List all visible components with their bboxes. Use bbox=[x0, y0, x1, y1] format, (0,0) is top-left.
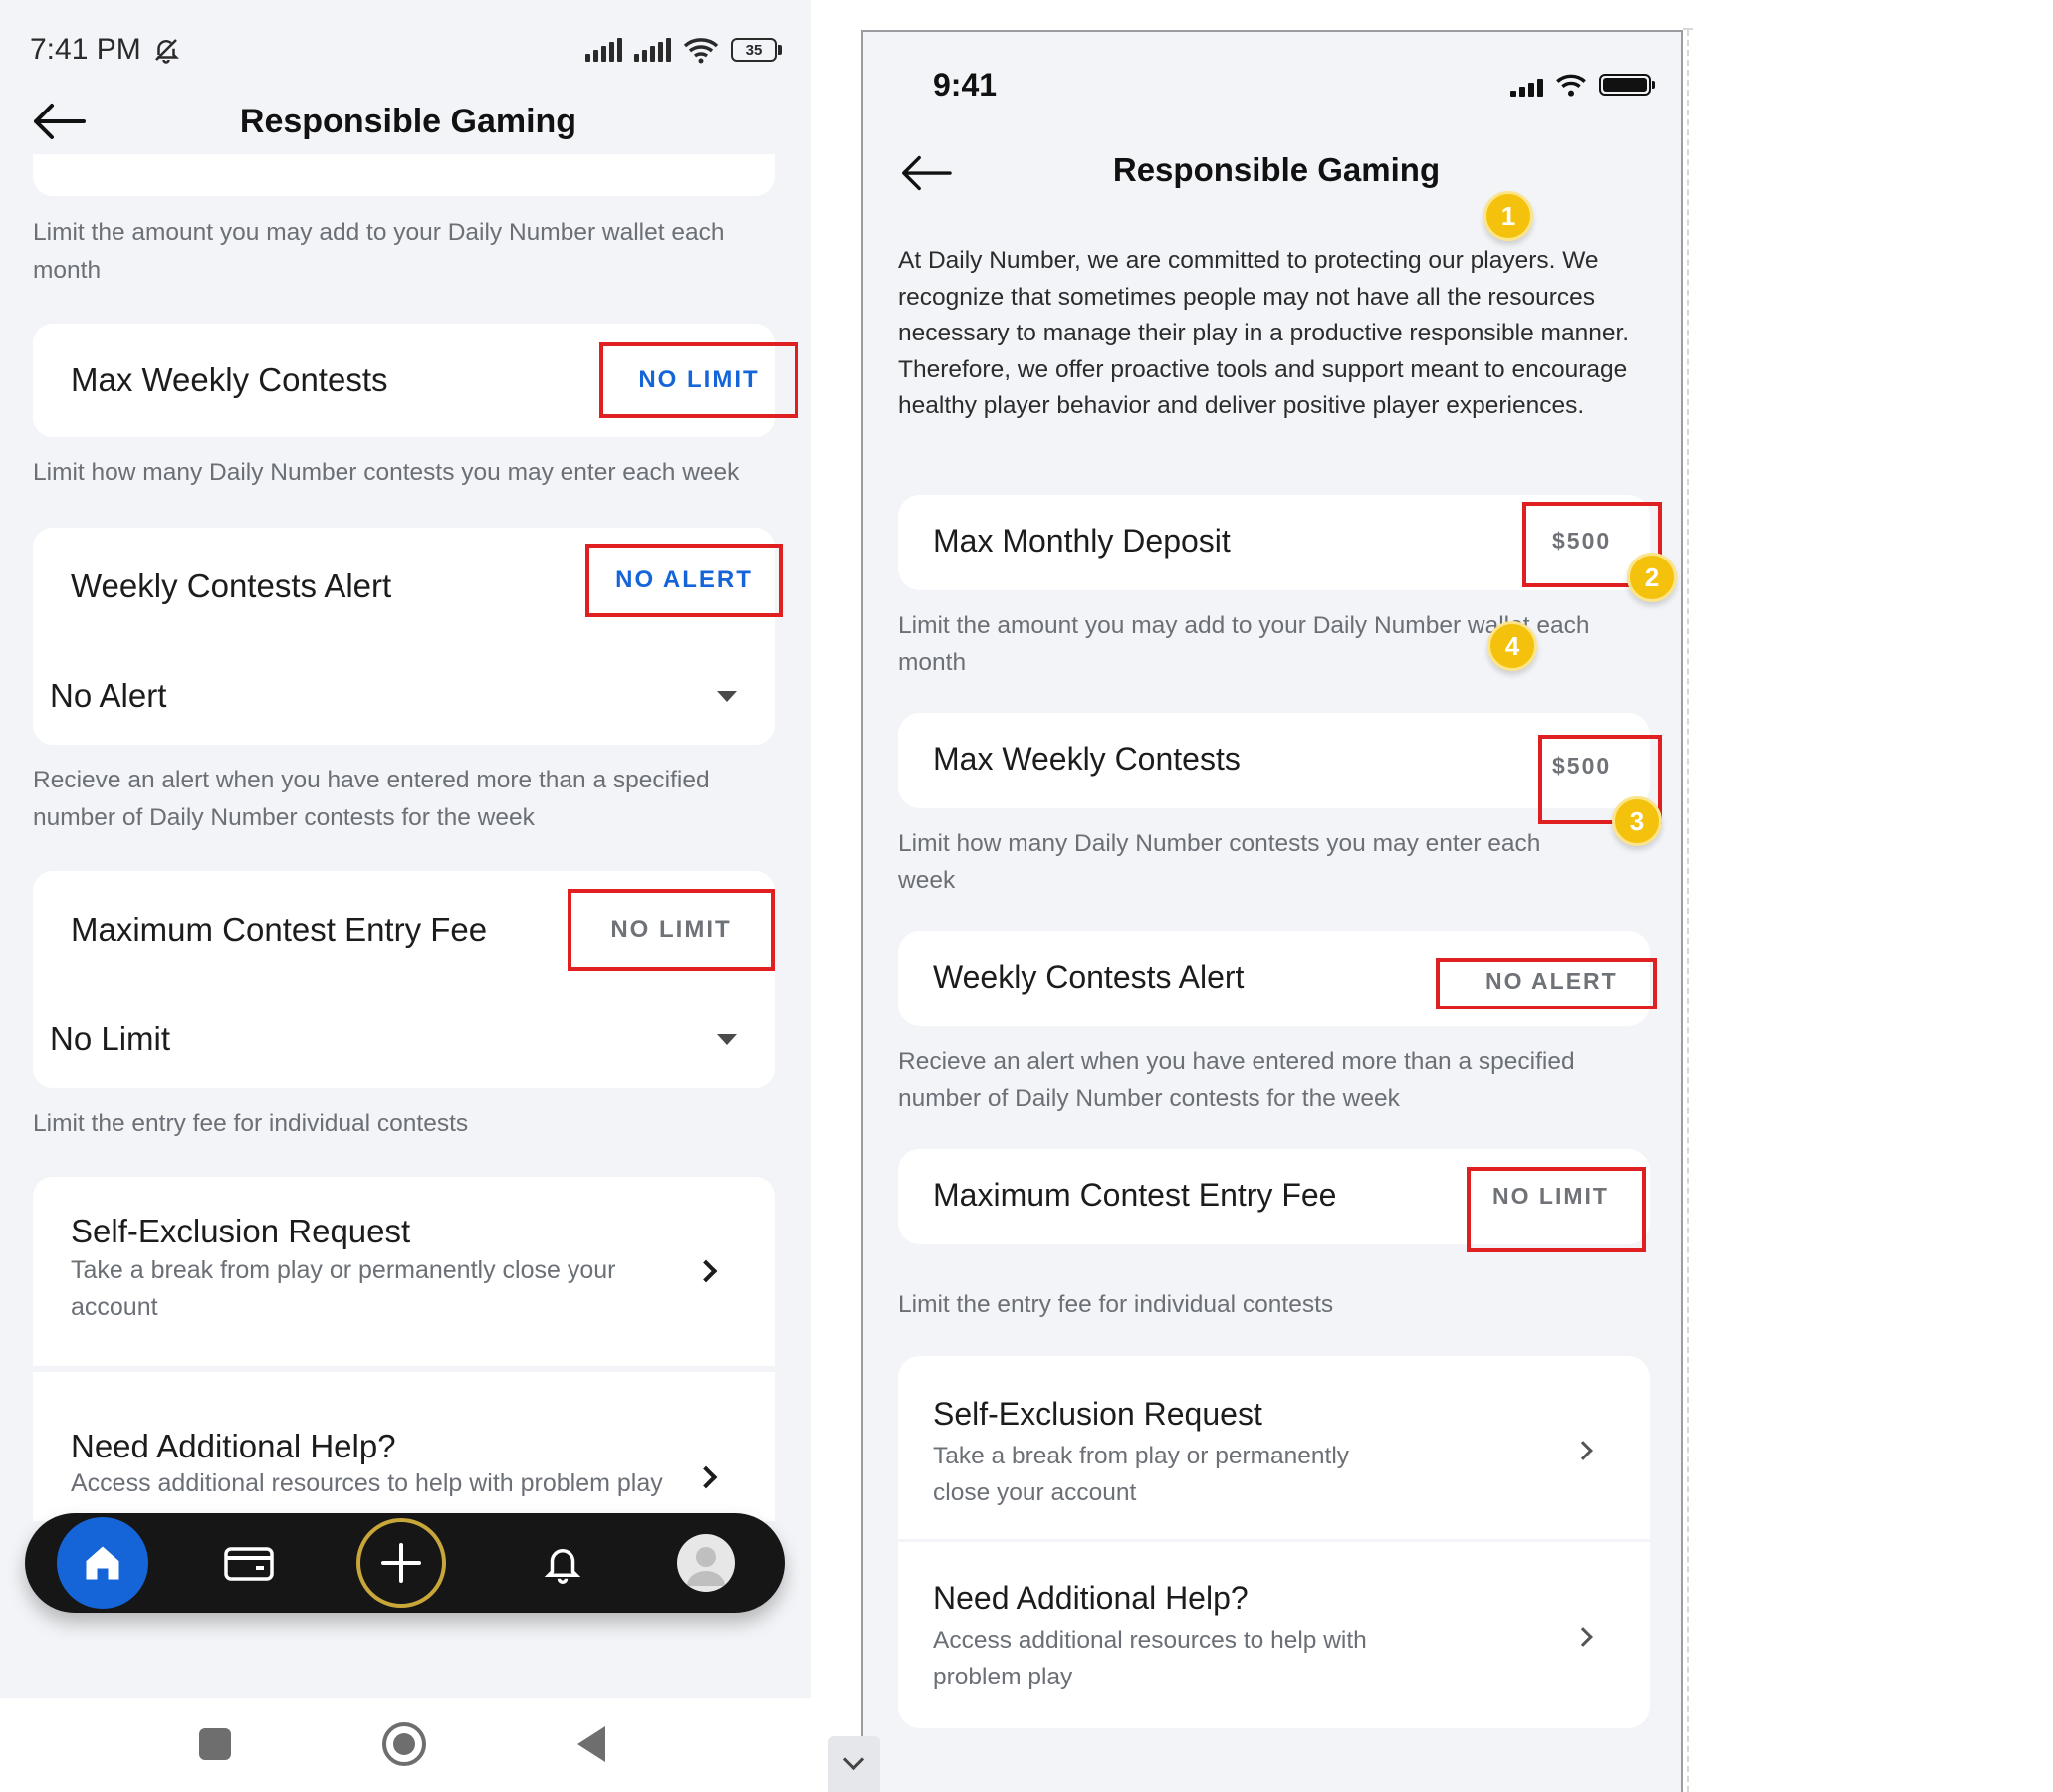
scroll-down-chevron-icon[interactable] bbox=[828, 1736, 880, 1792]
muted-bell-icon bbox=[154, 39, 179, 64]
max-entry-fee-label: Maximum Contest Entry Fee bbox=[933, 1177, 1337, 1213]
wifi-icon bbox=[683, 38, 719, 64]
alert-dropdown-value[interactable]: No Alert bbox=[50, 677, 166, 715]
mockup-status-bar: 9:41 bbox=[933, 60, 1655, 110]
chevron-down-icon[interactable] bbox=[717, 1034, 737, 1045]
home-tab[interactable] bbox=[57, 1517, 148, 1609]
max-monthly-deposit-helper: Limit the amount you may add to your Dai… bbox=[898, 612, 1590, 676]
signal-icon bbox=[1510, 73, 1543, 97]
comparison-canvas: 7:41 PM 35 Responsible Gaming Limit the … bbox=[0, 0, 2053, 1792]
max-entry-fee-value[interactable]: NO LIMIT bbox=[568, 889, 775, 971]
additional-help-link[interactable]: Need Additional Help? Access additional … bbox=[33, 1372, 775, 1521]
profile-tab[interactable] bbox=[677, 1534, 735, 1592]
plus-icon bbox=[381, 1543, 421, 1583]
wallet-icon bbox=[224, 1547, 274, 1581]
bell-icon bbox=[544, 1549, 581, 1584]
entry-fee-dropdown-value[interactable]: No Limit bbox=[50, 1020, 170, 1058]
max-entry-fee-label: Maximum Contest Entry Fee bbox=[71, 911, 488, 948]
additional-help-link[interactable]: Need Additional Help? Access additional … bbox=[898, 1542, 1650, 1728]
deposit-card-partial bbox=[33, 154, 775, 196]
frame-guide-right bbox=[1687, 30, 1689, 1792]
mockup-page-title: Responsible Gaming bbox=[1112, 151, 1441, 188]
chevron-right-icon bbox=[1573, 1441, 1593, 1460]
additional-help-title: Need Additional Help? bbox=[71, 1428, 396, 1464]
max-weekly-contests-label: Max Weekly Contests bbox=[71, 361, 388, 398]
back-arrow-icon[interactable] bbox=[30, 102, 86, 141]
self-exclusion-subtitle: Take a break from play or permanently cl… bbox=[933, 1443, 1350, 1506]
self-exclusion-title: Self-Exclusion Request bbox=[71, 1213, 411, 1249]
self-exclusion-subtitle: Take a break from play or permanently cl… bbox=[71, 1256, 616, 1321]
left-phone-screen: 7:41 PM 35 Responsible Gaming Limit the … bbox=[0, 0, 811, 1792]
annotation-badge-4: 4 bbox=[1487, 621, 1537, 671]
max-weekly-contests-helper: Limit how many Daily Number contests you… bbox=[33, 459, 740, 486]
home-icon bbox=[86, 1546, 119, 1580]
max-entry-fee-helper: Limit the entry fee for individual conte… bbox=[898, 1291, 1334, 1318]
profile-icon bbox=[687, 1547, 725, 1586]
mockup-status-time: 9:41 bbox=[933, 66, 998, 103]
signal-icon bbox=[585, 38, 622, 62]
chevron-right-icon bbox=[694, 1259, 718, 1283]
battery-icon: 35 bbox=[731, 38, 782, 62]
page-title: Responsible Gaming bbox=[239, 102, 577, 140]
annotation-badge-1: 1 bbox=[1483, 191, 1533, 241]
mockup-page-header: Responsible Gaming bbox=[898, 143, 1655, 203]
max-weekly-contests-value[interactable]: NO LIMIT bbox=[599, 342, 798, 418]
add-contest-button[interactable] bbox=[356, 1518, 446, 1608]
max-entry-fee-helper: Limit the entry fee for individual conte… bbox=[33, 1110, 469, 1137]
chevron-right-icon bbox=[1573, 1627, 1593, 1647]
additional-help-title: Need Additional Help? bbox=[933, 1580, 1249, 1616]
weekly-contests-alert-value[interactable]: NO ALERT bbox=[585, 544, 783, 617]
system-navigation-bar bbox=[0, 1698, 811, 1792]
weekly-contests-alert-label: Weekly Contests Alert bbox=[71, 567, 392, 604]
recents-icon[interactable] bbox=[199, 1728, 231, 1760]
weekly-contests-alert-helper: Recieve an alert when you have entered m… bbox=[898, 1048, 1575, 1112]
notifications-tab[interactable] bbox=[523, 1523, 602, 1603]
signal-icon-2 bbox=[634, 38, 671, 62]
weekly-contests-alert-helper: Recieve an alert when you have entered m… bbox=[33, 767, 710, 831]
back-arrow-icon[interactable] bbox=[898, 153, 952, 193]
status-time: 7:41 PM bbox=[30, 33, 141, 66]
right-phone-mockup: 9:41 Responsible Gaming 1 At Daily Numbe… bbox=[861, 30, 1683, 1792]
max-weekly-contests-label: Max Weekly Contests bbox=[933, 741, 1241, 777]
deposit-helper-text: Limit the amount you may add to your Dai… bbox=[33, 219, 725, 284]
max-weekly-contests-helper: Limit how many Daily Number contests you… bbox=[898, 830, 1541, 894]
self-exclusion-link[interactable]: Self-Exclusion Request Take a break from… bbox=[898, 1356, 1650, 1539]
weekly-contests-alert-value[interactable]: NO ALERT bbox=[1436, 958, 1657, 1009]
max-weekly-contests-card[interactable]: Max Weekly Contests bbox=[898, 713, 1650, 808]
back-triangle-icon[interactable] bbox=[577, 1726, 605, 1762]
max-entry-fee-value[interactable]: NO LIMIT bbox=[1467, 1167, 1646, 1252]
annotation-badge-3: 3 bbox=[1612, 796, 1662, 846]
page-header: Responsible Gaming bbox=[30, 92, 787, 151]
max-monthly-deposit-label: Max Monthly Deposit bbox=[933, 523, 1231, 559]
intro-text: At Daily Number, we are committed to pro… bbox=[898, 247, 1630, 419]
self-exclusion-link[interactable]: Self-Exclusion Request Take a break from… bbox=[33, 1177, 775, 1366]
wallet-tab[interactable] bbox=[209, 1523, 289, 1603]
self-exclusion-title: Self-Exclusion Request bbox=[933, 1396, 1262, 1432]
additional-help-subtitle: Access additional resources to help with… bbox=[71, 1469, 663, 1497]
weekly-contests-alert-label: Weekly Contests Alert bbox=[933, 959, 1245, 995]
wifi-icon bbox=[1556, 74, 1586, 97]
bottom-tab-bar bbox=[25, 1513, 785, 1613]
home-circle-icon[interactable] bbox=[382, 1722, 426, 1766]
battery-icon bbox=[1599, 74, 1655, 96]
status-bar: 7:41 PM 35 bbox=[30, 30, 782, 70]
annotation-badge-2: 2 bbox=[1627, 553, 1677, 602]
chevron-down-icon[interactable] bbox=[717, 691, 737, 702]
additional-help-subtitle: Access additional resources to help with… bbox=[933, 1627, 1367, 1690]
